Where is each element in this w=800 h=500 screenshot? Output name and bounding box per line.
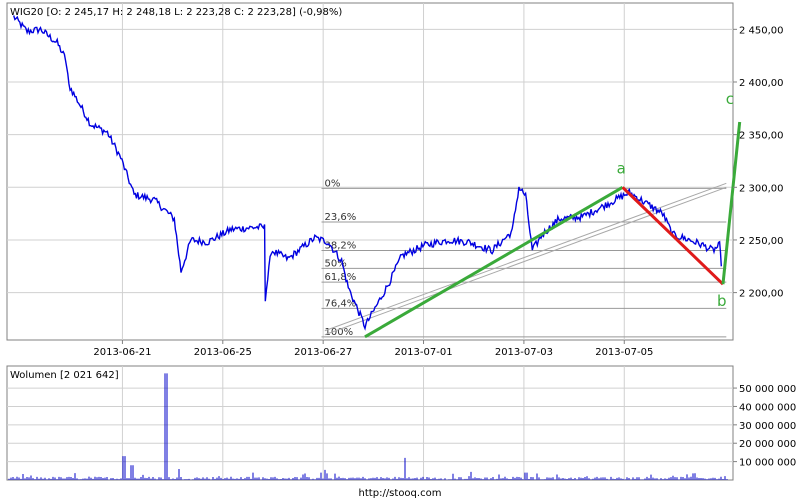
chart-header: WIG20 [O: 2 245,17 H: 2 248,18 L: 2 223,… (10, 7, 342, 18)
fib-level-label: 23,6% (324, 212, 356, 223)
volume-y-tick-label: 50 000 000 (739, 384, 796, 395)
fib-level-label: 38,2% (324, 240, 356, 251)
y-tick-label: 2 200,00 (739, 289, 784, 300)
volume-y-tick-label: 10 000 000 (739, 458, 796, 469)
x-tick-label: 2013-06-27 (294, 347, 352, 358)
y-tick-label: 2 300,00 (739, 183, 784, 194)
fib-level-label: 76,4% (324, 298, 356, 309)
volume-y-tick-label: 20 000 000 (739, 439, 796, 450)
wave-label: b (717, 292, 727, 310)
fib-level-label: 61,8% (324, 272, 356, 283)
wig20-chart: 0%23,6%38,2%50%61,8%76,4%100% abc 2013-0… (6, 2, 796, 499)
y-tick-label: 2 450,00 (739, 25, 784, 36)
x-tick-label: 2013-07-05 (595, 347, 653, 358)
fib-level-label: 100% (324, 327, 353, 338)
x-tick-label: 2013-06-25 (194, 347, 252, 358)
wave-label: c (726, 90, 734, 108)
y-tick-label: 2 400,00 (739, 78, 784, 89)
wave-label: a (617, 159, 626, 177)
volume-header: Wolumen [2 021 642] (10, 370, 119, 381)
volume-y-tick-label: 30 000 000 (739, 421, 796, 432)
y-tick-label: 2 350,00 (739, 131, 784, 142)
fib-level-label: 0% (324, 178, 340, 189)
x-tick-label: 2013-07-01 (394, 347, 452, 358)
y-tick-label: 2 250,00 (739, 236, 784, 247)
x-tick-label: 2013-06-21 (93, 347, 151, 358)
footer-link[interactable]: http://stooq.com (359, 488, 442, 499)
volume-y-tick-label: 40 000 000 (739, 402, 796, 413)
x-tick-label: 2013-07-03 (495, 347, 553, 358)
